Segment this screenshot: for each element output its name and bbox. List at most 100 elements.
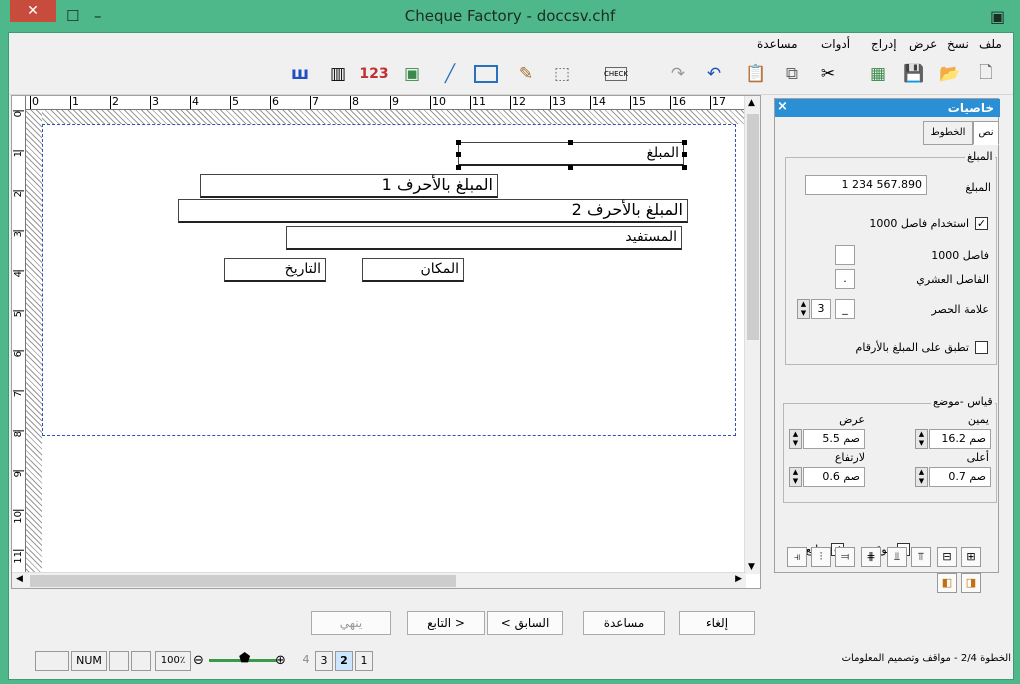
next-button[interactable]: التابع > xyxy=(407,611,485,635)
cancel-button[interactable]: إلغاء xyxy=(679,611,755,635)
menu-insert[interactable]: إدراج xyxy=(871,37,897,51)
page-4[interactable]: 4 xyxy=(297,651,315,671)
height-label: لارتفاع xyxy=(834,451,865,464)
align-left-icon[interactable]: ⫣ xyxy=(787,547,807,567)
main-window: ملف نسخ عرض إدراج أدوات مساعدة 🗋 📂 💾 ▦ ✂… xyxy=(8,32,1014,680)
field-words-2[interactable]: المبلغ بالأحرف 2 xyxy=(178,199,688,223)
zoom-thumb-icon[interactable]: ⬟ xyxy=(239,651,250,666)
bar-chart-icon[interactable]: ш xyxy=(287,61,313,87)
toolbar: 🗋 📂 💾 ▦ ✂ ⧉ 📋 ↶ ↷ CHECK ⬚ ✎ ╱ ▣ 123 ▥ ш xyxy=(9,55,1013,95)
cut-icon[interactable]: ✂ xyxy=(815,61,841,87)
top-input[interactable]: 0.7 صم xyxy=(929,467,991,487)
same-width-icon[interactable]: ⊟ xyxy=(937,547,957,567)
status-box-1 xyxy=(35,651,69,671)
paste-icon[interactable]: 📋 xyxy=(743,61,769,87)
right-label: يمين xyxy=(967,413,989,426)
menu-bar: ملف نسخ عرض إدراج أدوات مساعدة xyxy=(9,33,1013,55)
height-input[interactable]: 0.6 صم xyxy=(803,467,865,487)
send-back-icon[interactable]: ◨ xyxy=(961,573,981,593)
page-3[interactable]: 3 xyxy=(315,651,333,671)
align-center-icon[interactable]: ⫶ xyxy=(811,547,831,567)
num-indicator: NUM xyxy=(71,651,107,671)
picture-icon[interactable]: ▣ xyxy=(399,61,425,87)
rectangle-icon[interactable] xyxy=(474,65,498,83)
window-title: Cheque Factory - doccsv.chf xyxy=(404,7,616,25)
separator-input[interactable] xyxy=(835,245,855,265)
vertical-scrollbar[interactable]: ▲ ▼ xyxy=(744,96,760,574)
menu-view[interactable]: عرض xyxy=(909,37,937,51)
measure-group-label: قياس -موضع xyxy=(931,395,995,408)
undo-icon[interactable]: ↶ xyxy=(701,61,727,87)
apply-label: تطبق على المبلغ بالأرقام xyxy=(855,341,969,354)
prev-button[interactable]: < السابق xyxy=(487,611,563,635)
page-1[interactable]: 1 xyxy=(355,651,373,671)
width-spinner[interactable]: ▲ ▼ xyxy=(789,429,802,449)
top-label: أعلى xyxy=(966,451,989,464)
tab-text[interactable]: نص xyxy=(973,121,999,145)
status-box-3 xyxy=(131,651,151,671)
limit-count-input[interactable]: 3 xyxy=(811,299,831,319)
cheque-icon[interactable]: CHECK xyxy=(604,67,628,81)
status-box-2 xyxy=(109,651,129,671)
height-spinner[interactable]: ▲ ▼ xyxy=(789,467,802,487)
app-icon: ▣ xyxy=(990,7,1006,26)
width-label: عرض xyxy=(839,413,865,426)
separator-label: فاصل 1000 xyxy=(931,249,989,262)
text-frame-icon[interactable]: ⬚ xyxy=(549,61,575,87)
bring-front-icon[interactable]: ◧ xyxy=(937,573,957,593)
horizontal-scrollbar[interactable]: ◀ ▶ xyxy=(12,572,746,588)
decimal-input[interactable]: . xyxy=(835,269,855,289)
status-step: الخطوة 2/4 - مواقف وتصميم المعلومات xyxy=(841,653,1011,664)
design-canvas[interactable]: 0 1 2 3 4 5 6 7 8 9 10 11 12 13 14 15 16… xyxy=(11,95,761,589)
menu-copy[interactable]: نسخ xyxy=(947,37,969,51)
menu-file[interactable]: ملف xyxy=(979,37,1002,51)
use-separator-checkbox[interactable]: ✓ xyxy=(975,217,988,230)
finish-button[interactable]: ينهي xyxy=(311,611,391,635)
align-bottom-icon[interactable]: ⫫ xyxy=(887,547,907,567)
align-top-icon[interactable]: ⫪ xyxy=(911,547,931,567)
amount-group-label: المبلغ xyxy=(965,150,995,163)
amount-input[interactable]: 1 234 567.890 xyxy=(805,175,927,195)
line-icon[interactable]: ╱ xyxy=(437,61,463,87)
barcode-icon[interactable]: ▥ xyxy=(325,61,351,87)
edit-icon[interactable]: ✎ xyxy=(513,61,539,87)
right-spinner[interactable]: ▲ ▼ xyxy=(915,429,928,449)
panel-close-icon[interactable]: × xyxy=(777,99,788,114)
limit-char-input[interactable]: _ xyxy=(835,299,855,319)
zoom-out-icon[interactable]: ⊖ xyxy=(193,653,204,668)
distribute-icon[interactable]: ⋕ xyxy=(861,547,881,567)
tab-fonts[interactable]: الخطوط xyxy=(923,121,973,145)
limit-label: علامة الحصر xyxy=(931,303,989,316)
vertical-ruler: 0 1 2 3 4 5 6 7 8 9 10 11 xyxy=(12,96,26,588)
field-amount[interactable]: المبلغ xyxy=(458,142,684,166)
panel-title: خاصيات xyxy=(775,99,1000,117)
redo-icon[interactable]: ↷ xyxy=(665,61,691,87)
zoom-in-icon[interactable]: ⊕ xyxy=(275,653,286,668)
width-input[interactable]: 5.5 صم xyxy=(803,429,865,449)
right-input[interactable]: 16.2 صم xyxy=(929,429,991,449)
zoom-level: 100٪ xyxy=(155,651,191,671)
number-icon[interactable]: 123 xyxy=(359,61,388,87)
top-spinner[interactable]: ▲ ▼ xyxy=(915,467,928,487)
title-bar: ✕ ☐ – Cheque Factory - doccsv.chf ▣ xyxy=(0,0,1020,32)
copy-icon[interactable]: ⧉ xyxy=(779,61,805,87)
help-button[interactable]: مساعدة xyxy=(583,611,665,635)
field-words-1[interactable]: المبلغ بالأحرف 1 xyxy=(200,174,498,198)
field-place[interactable]: المكان xyxy=(362,258,464,282)
save-icon[interactable]: 💾 xyxy=(901,61,927,87)
menu-help[interactable]: مساعدة xyxy=(757,37,798,51)
open-icon[interactable]: 📂 xyxy=(937,61,963,87)
align-right-icon[interactable]: ⫤ xyxy=(835,547,855,567)
menu-tools[interactable]: أدوات xyxy=(821,37,850,51)
field-date[interactable]: التاريخ xyxy=(224,258,326,282)
page-2[interactable]: 2 xyxy=(335,651,353,671)
new-icon[interactable]: 🗋 xyxy=(973,61,999,87)
decimal-label: الفاصل العشري xyxy=(916,273,989,286)
properties-panel: خاصيات × نص الخطوط المبلغ المبلغ 1 234 5… xyxy=(774,98,1000,573)
limit-spinner[interactable]: ▲ ▼ xyxy=(797,299,810,319)
use-separator-label: استخدام فاصل 1000 xyxy=(869,217,969,230)
image-icon[interactable]: ▦ xyxy=(865,61,891,87)
apply-checkbox[interactable] xyxy=(975,341,988,354)
same-height-icon[interactable]: ⊞ xyxy=(961,547,981,567)
field-payee[interactable]: المستفيد xyxy=(286,226,682,250)
